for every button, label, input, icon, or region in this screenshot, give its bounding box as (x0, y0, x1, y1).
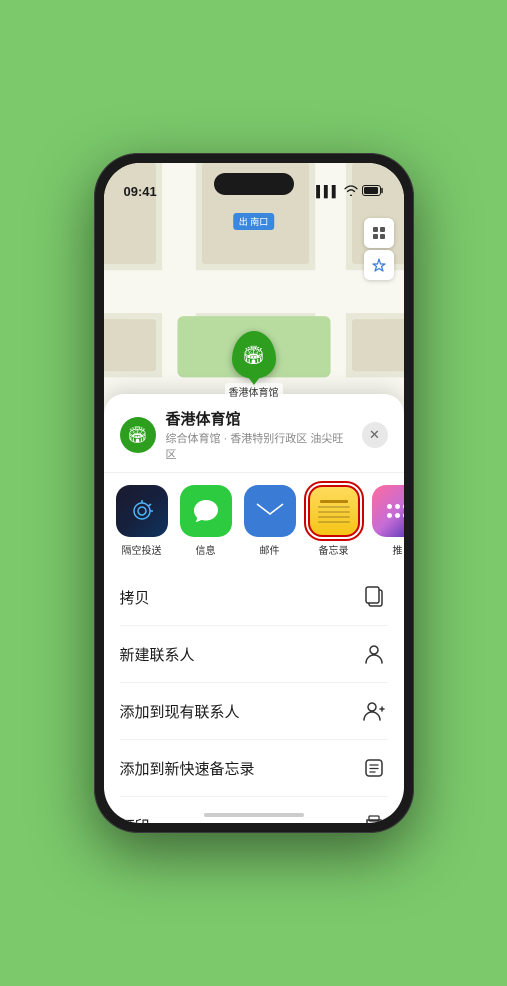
action-print[interactable]: 打印 (120, 797, 388, 823)
map-location-button[interactable] (364, 250, 394, 280)
close-button[interactable]: ✕ (362, 422, 388, 448)
share-item-airdrop[interactable]: 隔空投送 (114, 485, 170, 557)
stadium-icon: 🏟 (242, 345, 265, 366)
messages-icon (180, 485, 232, 537)
bottom-sheet: 🏟 香港体育馆 综合体育馆 · 香港特别行政区 油尖旺区 ✕ (104, 394, 404, 823)
share-item-more[interactable]: 推 (370, 485, 404, 557)
add-existing-label: 添加到现有联系人 (120, 701, 240, 722)
person-icon (360, 640, 388, 668)
action-list: 拷贝 新建联系人 (104, 569, 404, 823)
map-layers-button[interactable] (364, 218, 394, 248)
print-icon (360, 811, 388, 823)
share-item-notes[interactable]: 备忘录 (306, 485, 362, 557)
messages-label: 信息 (196, 542, 216, 557)
venue-pin-area: 🏟 香港体育馆 (225, 331, 283, 400)
phone-frame: 09:41 ▌▌▌ (94, 153, 414, 833)
notes-lines (310, 494, 358, 529)
phone-screen: 09:41 ▌▌▌ (104, 163, 404, 823)
battery-icon (362, 185, 384, 199)
status-icons: ▌▌▌ (316, 185, 383, 199)
more-label: 推 (393, 542, 403, 557)
nankou-prefix: 出 (239, 217, 248, 227)
copy-icon (360, 583, 388, 611)
venue-title: 香港体育馆 (166, 408, 352, 429)
map-nankou-label: 出 南口 (233, 213, 275, 230)
map-controls (364, 218, 394, 280)
share-item-messages[interactable]: 信息 (178, 485, 234, 557)
wifi-icon (344, 185, 358, 199)
venue-icon-small: 🏟 (120, 417, 156, 453)
venue-subtitle: 综合体育馆 · 香港特别行政区 油尖旺区 (166, 430, 352, 462)
dynamic-island (214, 173, 294, 195)
home-indicator (204, 813, 304, 817)
action-copy[interactable]: 拷贝 (120, 569, 388, 626)
signal-icon: ▌▌▌ (316, 186, 339, 198)
action-new-contact[interactable]: 新建联系人 (120, 626, 388, 683)
status-time: 09:41 (124, 184, 157, 199)
copy-label: 拷贝 (120, 587, 150, 608)
venue-info: 香港体育馆 综合体育馆 · 香港特别行政区 油尖旺区 (166, 408, 352, 462)
share-item-mail[interactable]: 邮件 (242, 485, 298, 557)
print-label: 打印 (120, 815, 150, 824)
action-add-notes[interactable]: 添加到新快速备忘录 (120, 740, 388, 797)
venue-pin: 🏟 (232, 331, 276, 379)
nankou-text: 南口 (250, 217, 268, 227)
person-add-icon (360, 697, 388, 725)
airdrop-label: 隔空投送 (122, 542, 162, 557)
mail-label: 邮件 (260, 542, 280, 557)
sheet-header: 🏟 香港体育馆 综合体育馆 · 香港特别行政区 油尖旺区 ✕ (104, 394, 404, 473)
mail-icon (244, 485, 296, 537)
new-contact-label: 新建联系人 (120, 644, 195, 665)
venue-map-label: 香港体育馆 (225, 383, 283, 400)
airdrop-icon (116, 485, 168, 537)
memo-icon (360, 754, 388, 782)
notes-icon (308, 485, 360, 537)
add-notes-label: 添加到新快速备忘录 (120, 758, 255, 779)
more-icon (372, 485, 404, 537)
close-icon: ✕ (369, 427, 380, 443)
notes-label: 备忘录 (319, 542, 349, 557)
action-add-existing[interactable]: 添加到现有联系人 (120, 683, 388, 740)
share-options-row: 隔空投送 信息 (104, 473, 404, 569)
